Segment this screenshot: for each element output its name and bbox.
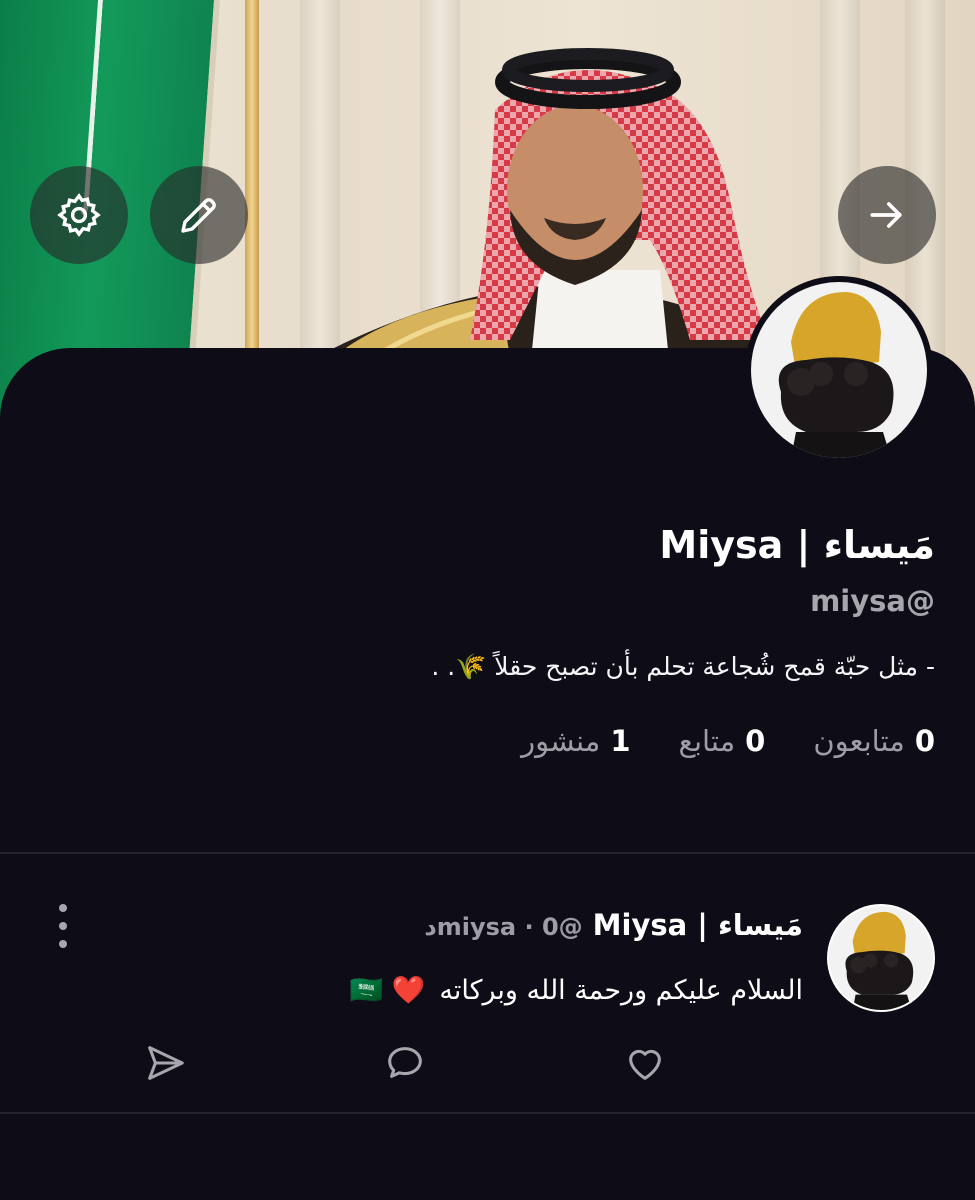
post-avatar[interactable] <box>827 904 935 1012</box>
stats-row: 0 متابعون 0 متابع 1 منشور <box>35 724 935 758</box>
forward-button[interactable] <box>838 166 936 264</box>
bio: - مثل حبّة قمح شُجاعة تحلم بأن تصبح حقلا… <box>431 652 935 681</box>
display-name: مَيساء | Miysa <box>659 523 935 567</box>
post-item[interactable]: مَيساء | Miysa @miysa · 0د السلام عليكم … <box>0 900 975 1110</box>
post-body: السلام عليكم ورحمة الله وبركاته ❤️ 🇸🇦 <box>349 974 803 1007</box>
followers-label: متابعون <box>813 724 905 758</box>
following-stat[interactable]: 0 متابع <box>679 724 766 758</box>
posts-count: 1 <box>610 724 631 758</box>
posts-stat[interactable]: 1 منشور <box>521 724 630 758</box>
post-emojis: ❤️ 🇸🇦 <box>349 975 426 1006</box>
posts-label: منشور <box>521 724 601 758</box>
post-avatar-image <box>829 906 933 1010</box>
avatar-image <box>751 282 927 458</box>
post-text: السلام عليكم ورحمة الله وبركاته <box>439 974 803 1006</box>
settings-button[interactable] <box>30 166 128 264</box>
following-label: متابع <box>678 724 736 758</box>
handle: @miysa <box>810 584 935 618</box>
following-count: 0 <box>745 724 766 758</box>
followers-count: 0 <box>914 724 935 758</box>
heart-icon[interactable] <box>622 1040 668 1086</box>
post-meta: @miysa · 0د <box>424 913 583 941</box>
more-vertical-icon[interactable] <box>52 904 74 948</box>
send-icon[interactable] <box>142 1040 188 1086</box>
profile-info: مَيساء | Miysa @miysa - مثل حبّة قمح شُج… <box>35 518 935 758</box>
chat-bubble-icon[interactable] <box>382 1040 428 1086</box>
post-header: مَيساء | Miysa @miysa · 0د <box>424 908 803 942</box>
post-author[interactable]: مَيساء | Miysa <box>593 908 803 942</box>
followers-stat[interactable]: 0 متابعون <box>813 724 935 758</box>
divider <box>0 852 975 854</box>
divider <box>0 1112 975 1114</box>
edit-profile-button[interactable] <box>150 166 248 264</box>
pencil-icon <box>181 198 216 233</box>
arrow-right-icon <box>870 202 902 228</box>
gear-icon <box>57 193 101 237</box>
profile-avatar[interactable] <box>745 276 933 464</box>
